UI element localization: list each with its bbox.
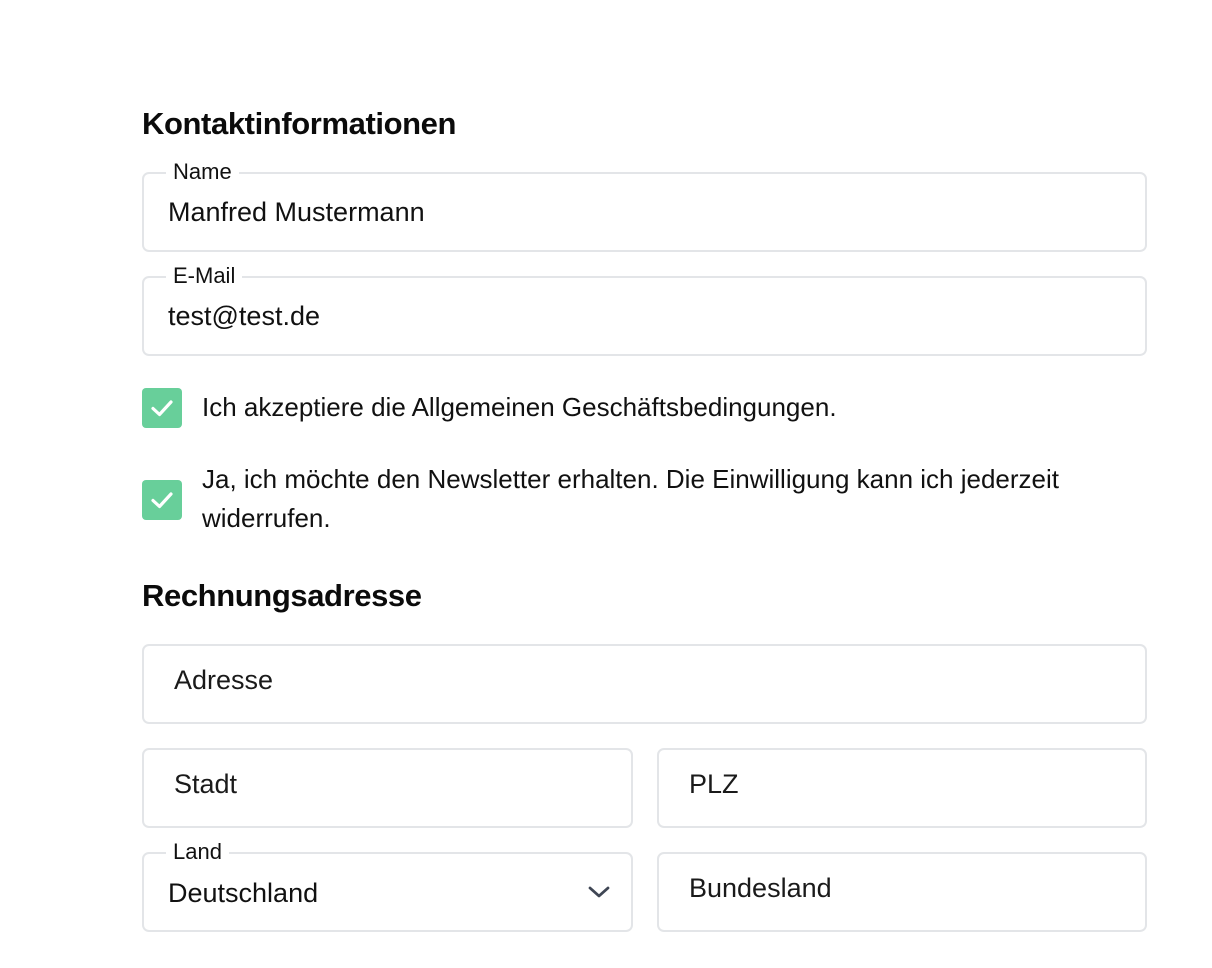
newsletter-checkbox[interactable] [142,480,182,520]
zip-field-placeholder: PLZ [689,769,739,799]
contact-section-title: Kontaktinformationen [142,106,457,141]
check-icon [151,400,173,417]
city-field-placeholder: Stadt [174,769,238,799]
state-field-placeholder: Bundesland [689,873,832,903]
billing-section-title: Rechnungsadresse [142,578,422,613]
name-field-value[interactable]: Manfred Mustermann [168,196,425,228]
terms-checkbox-label[interactable]: Ich akzeptiere die Allgemeinen Geschäfts… [202,388,1142,427]
name-field-label: Name [166,159,239,185]
state-field[interactable]: Bundesland [657,852,1147,932]
name-field[interactable]: Name Manfred Mustermann [142,159,1147,252]
country-select-label: Land [166,839,229,865]
chevron-down-icon[interactable] [587,884,611,900]
country-select[interactable]: Land Deutschland [142,839,633,932]
terms-checkbox[interactable] [142,388,182,428]
check-icon [151,492,173,509]
email-field-label: E-Mail [166,263,243,289]
country-select-value[interactable]: Deutschland [168,877,318,909]
address-field-placeholder: Adresse [174,665,274,695]
address-field[interactable]: Adresse [142,644,1147,724]
city-field[interactable]: Stadt [142,748,633,828]
checkout-form: Kontaktinformationen Name Manfred Muster… [0,0,1212,968]
newsletter-checkbox-label[interactable]: Ja, ich möchte den Newsletter erhalten. … [202,460,1142,538]
email-field[interactable]: E-Mail test@test.de [142,263,1147,356]
email-field-value[interactable]: test@test.de [168,300,320,332]
zip-field[interactable]: PLZ [657,748,1147,828]
